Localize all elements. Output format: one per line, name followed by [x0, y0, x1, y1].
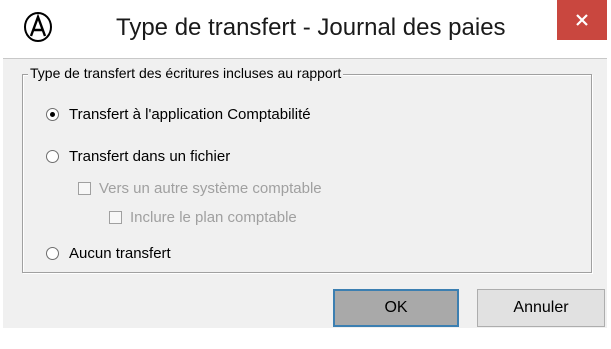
group-legend: Type de transfert des écritures incluses…	[28, 65, 344, 81]
checkbox-indicator[interactable]	[109, 211, 122, 224]
radio-indicator[interactable]	[46, 247, 59, 260]
radio-indicator[interactable]	[46, 150, 59, 163]
window-title: Type de transfert - Journal des paies	[116, 14, 506, 41]
checkbox-label: Vers un autre système comptable	[99, 180, 322, 197]
radio-indicator-checked[interactable]	[46, 108, 59, 121]
title-bar[interactable]: Type de transfert - Journal des paies	[3, 0, 607, 58]
dialog-content: Type de transfert des écritures incluses…	[3, 58, 607, 328]
cancel-button[interactable]: Annuler	[477, 289, 605, 327]
radio-transfer-file[interactable]: Transfert dans un fichier	[46, 148, 230, 165]
accounting-app-icon	[23, 11, 53, 43]
checkbox-other-system[interactable]: Vers un autre système comptable	[78, 180, 322, 197]
checkbox-label: Inclure le plan comptable	[130, 209, 297, 226]
transfer-type-group	[22, 74, 592, 273]
checkbox-indicator[interactable]	[78, 182, 91, 195]
radio-label: Transfert à l'application Comptabilité	[69, 106, 311, 123]
radio-label: Transfert dans un fichier	[69, 148, 231, 165]
radio-transfer-accounting[interactable]: Transfert à l'application Comptabilité	[46, 106, 311, 123]
ok-button[interactable]: OK	[333, 289, 459, 327]
radio-no-transfer[interactable]: Aucun transfert	[46, 245, 171, 262]
close-button[interactable]	[557, 0, 607, 40]
dialog-window: Type de transfert - Journal des paies Ty…	[0, 0, 611, 349]
close-icon	[576, 14, 588, 26]
checkbox-include-chart[interactable]: Inclure le plan comptable	[109, 209, 297, 226]
radio-label: Aucun transfert	[69, 245, 171, 262]
